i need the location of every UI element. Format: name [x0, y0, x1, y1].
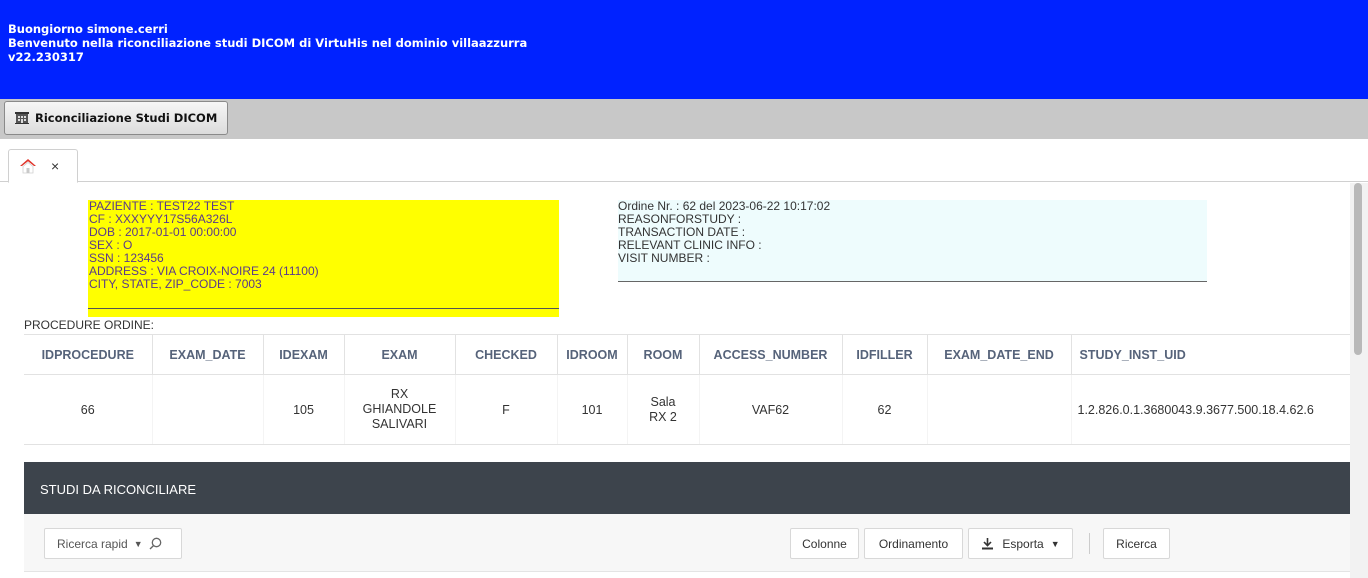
column-header-idprocedure[interactable]: IDPROCEDURE: [24, 334, 153, 375]
close-icon[interactable]: ×: [51, 158, 59, 174]
table-cell-room: Sala RX 2: [627, 374, 700, 445]
column-header-room[interactable]: ROOM: [627, 334, 700, 375]
ordinamento-button[interactable]: Ordinamento: [864, 528, 963, 559]
procedure-section-label: PROCEDURE ORDINE:: [24, 318, 155, 332]
home-icon: [20, 159, 36, 174]
welcome-text: Benvenuto nella riconciliazione studi DI…: [8, 36, 528, 50]
tab-home[interactable]: ×: [8, 149, 78, 183]
search-icon: [149, 537, 161, 550]
quick-search-button[interactable]: Ricerca rapid ▼: [44, 528, 182, 559]
esporta-button[interactable]: Esporta ▼: [968, 528, 1073, 559]
column-header-access-number[interactable]: ACCESS_NUMBER: [699, 334, 843, 375]
table-cell-exam: RX GHIANDOLE SALIVARI: [344, 374, 456, 445]
column-header-exam[interactable]: EXAM: [344, 334, 456, 375]
patient-info-box: PAZIENTE : TEST22 TEST CF : XXXYYY17S56A3…: [88, 200, 559, 317]
table-cell-access-number: VAF62: [699, 374, 843, 445]
table-cell-idexam: 105: [263, 374, 345, 445]
studi-toolbar: Ricerca rapid ▼ Colonne Ordinamento Espo…: [24, 514, 1350, 572]
patient-info-line: DOB : 2017-01-01 00:00:00: [89, 225, 237, 239]
tab-bar: ×: [0, 139, 1368, 183]
column-header-study-inst-uid[interactable]: STUDY_INST_UID: [1071, 334, 1350, 375]
studi-section-title: STUDI DA RICONCILIARE: [24, 462, 1350, 514]
ricerca-button[interactable]: Ricerca: [1103, 528, 1170, 559]
order-info-line: VISIT NUMBER :: [618, 251, 710, 265]
column-header-idfiller[interactable]: IDFILLER: [842, 334, 928, 375]
toolbar-separator: [1089, 533, 1090, 554]
column-header-exam-date-end[interactable]: EXAM_DATE_END: [927, 334, 1072, 375]
column-header-exam-date[interactable]: EXAM_DATE: [152, 334, 264, 375]
chevron-down-icon: ▼: [1050, 538, 1060, 549]
colonne-button[interactable]: Colonne: [790, 528, 859, 559]
table-cell-exam-date: [152, 374, 264, 445]
main-content: PAZIENTE : TEST22 TEST CF : XXXYYY17S56A3…: [0, 183, 1350, 578]
quick-search-label: Ricerca rapid: [57, 536, 128, 551]
procedures-table: IDPROCEDURE EXAM_DATE IDEXAM EXAM CHECKED IDR…: [24, 334, 1350, 445]
scrollbar-thumb[interactable]: [1354, 183, 1362, 355]
version-text: v22.230317: [8, 50, 84, 64]
column-header-checked[interactable]: CHECKED: [455, 334, 558, 375]
vertical-scrollbar[interactable]: [1350, 183, 1368, 578]
table-cell-idroom: 101: [557, 374, 628, 445]
building-icon: [15, 112, 29, 124]
column-header-idroom[interactable]: IDROOM: [557, 334, 628, 375]
table-cell-exam-date-end: [927, 374, 1072, 445]
esporta-label: Esporta: [1002, 536, 1044, 551]
greeting-text: Buongiorno simone.cerri: [8, 22, 168, 36]
patient-divider: [88, 308, 559, 309]
module-toolbar: Riconciliazione Studi DICOM: [0, 99, 1368, 139]
chevron-down-icon: ▼: [133, 538, 143, 549]
riconciliazione-studi-button[interactable]: Riconciliazione Studi DICOM: [4, 101, 228, 135]
table-cell-checked: F: [455, 374, 558, 445]
table-cell-idfiller: 62: [842, 374, 928, 445]
table-cell-study-inst-uid: 1.2.826.0.1.3680043.9.3677.500.18.4.62.6: [1071, 374, 1350, 445]
order-info-box: Ordine Nr. : 62 del 2023-06-22 10:17:02 R…: [618, 200, 1207, 282]
patient-info-line: CITY, STATE, ZIP_CODE : 7003: [89, 277, 262, 291]
column-header-idexam[interactable]: IDEXAM: [263, 334, 345, 375]
download-icon: [982, 538, 994, 550]
table-header-row: IDPROCEDURE EXAM_DATE IDEXAM EXAM CHECKED IDR…: [24, 334, 1350, 375]
table-row[interactable]: 66 105 RX GHIANDOLE SALIVARI F 101 Sala RX 2V…: [24, 374, 1350, 445]
app-header: Buongiorno simone.cerri Benvenuto nella …: [0, 0, 1368, 99]
table-cell-idprocedure: 66: [24, 374, 153, 445]
module-button-label: Riconciliazione Studi DICOM: [35, 111, 218, 125]
order-divider: [618, 281, 1207, 282]
